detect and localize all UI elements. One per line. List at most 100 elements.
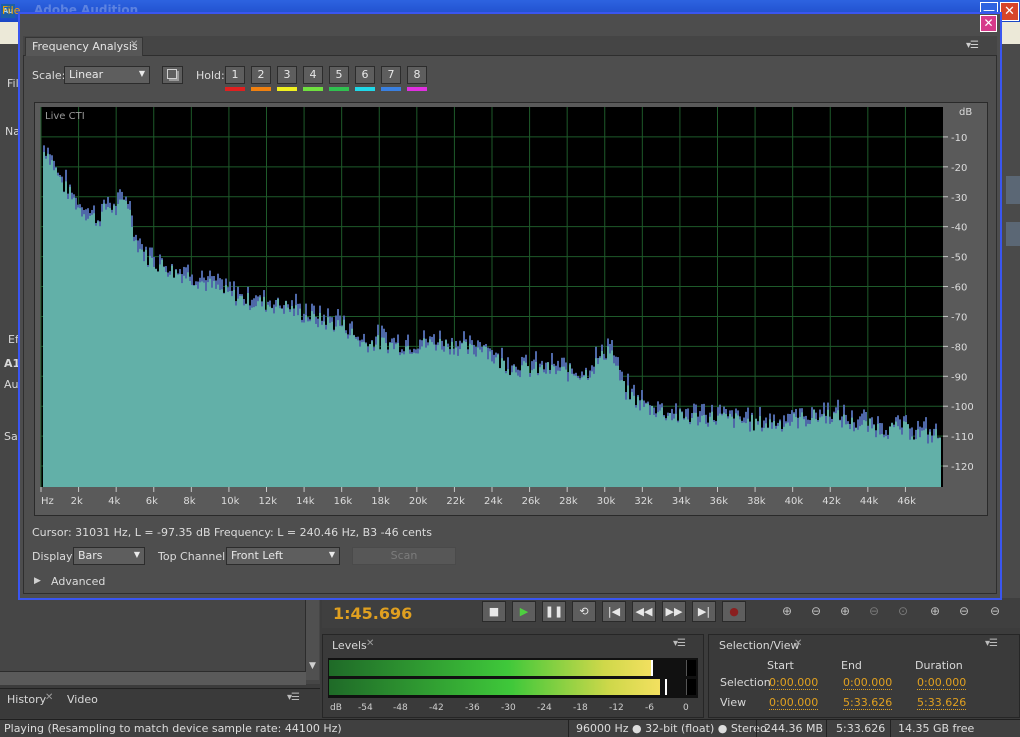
spectrum-graph[interactable]: Live CTI Hz 2k 4k 6k 8k 10k 12k 14k 16k 18k 20k 22k 2… xyxy=(34,102,988,516)
peak-hold-marker xyxy=(665,679,667,695)
close-app-button[interactable]: ✕ xyxy=(1000,2,1019,21)
right-channel-level xyxy=(329,679,660,695)
spectrum-bar xyxy=(791,421,793,487)
spectrum-bar xyxy=(245,303,247,487)
top-channel-dropdown[interactable]: Front Left ▼ xyxy=(226,547,340,565)
clip-indicator[interactable] xyxy=(686,660,696,676)
spectrum-bar xyxy=(917,429,919,487)
spectrum-bar xyxy=(347,338,349,487)
hold-button-2[interactable]: 2 xyxy=(251,66,271,84)
hold-button-7[interactable]: 7 xyxy=(381,66,401,84)
zoom-in-right-button[interactable]: ⊖ xyxy=(953,604,975,620)
spectrum-bar xyxy=(247,293,249,487)
loop-button[interactable]: ⟲ xyxy=(572,601,596,622)
x-tick-label: 28k xyxy=(559,496,578,507)
hold-button-5[interactable]: 5 xyxy=(329,66,349,84)
fast-forward-button[interactable]: ▶▶ xyxy=(662,601,686,622)
zoom-out-time-button[interactable]: ⊖ xyxy=(863,604,885,620)
close-window-button[interactable]: ✕ xyxy=(980,15,997,32)
go-to-end-icon: ▶| xyxy=(697,605,711,618)
clip-indicator[interactable] xyxy=(686,679,696,695)
hold-button-8[interactable]: 8 xyxy=(407,66,427,84)
close-icon[interactable]: ✕ xyxy=(366,638,374,649)
status-divider xyxy=(568,720,569,737)
spectrum-bar xyxy=(579,379,581,487)
panel-menu-icon[interactable]: ▾☰ xyxy=(673,638,686,649)
spectrum-bar xyxy=(387,353,389,487)
right-panel-handle[interactable] xyxy=(1006,176,1020,204)
spectrum-bar xyxy=(813,409,815,487)
status-free-space: 14.35 GB free xyxy=(898,722,975,735)
spectrum-bar xyxy=(531,370,533,487)
hold-button-4[interactable]: 4 xyxy=(303,66,323,84)
zoom-out-amplitude-button[interactable]: ⊖ xyxy=(805,604,827,620)
spectrum-bar xyxy=(319,312,321,487)
play-button[interactable]: ▶ xyxy=(512,601,536,622)
go-to-end-button[interactable]: ▶| xyxy=(692,601,716,622)
zoom-out-full-button[interactable]: ⊖ xyxy=(984,604,1006,620)
files-panel-tab[interactable]: Fil xyxy=(7,77,19,90)
selection-start-field[interactable]: 0:00.000 xyxy=(769,676,819,690)
tab-levels[interactable]: Levels xyxy=(332,639,367,652)
spectrum-bar xyxy=(153,266,155,487)
display-dropdown[interactable]: Bars ▼ xyxy=(73,547,145,565)
selection-end-field[interactable]: 0:00.000 xyxy=(843,676,893,690)
advanced-toggle[interactable]: Advanced xyxy=(51,575,105,588)
close-icon[interactable]: ✕ xyxy=(45,692,53,703)
spectrum-bar xyxy=(277,298,279,487)
view-duration-field[interactable]: 5:33.626 xyxy=(917,696,967,710)
spectrum-bar xyxy=(159,264,161,487)
hold-button-6[interactable]: 6 xyxy=(355,66,375,84)
right-panel-handle[interactable] xyxy=(1006,222,1020,246)
spectrum-bar xyxy=(459,349,461,487)
spectrum-bar xyxy=(899,429,901,487)
close-icon[interactable]: ✕ xyxy=(130,39,138,50)
scan-button[interactable]: Scan xyxy=(352,547,456,565)
panel-menu-icon[interactable]: ▾☰ xyxy=(287,692,300,703)
spectrum-bar xyxy=(457,355,459,487)
y-tick-label: -120 xyxy=(951,462,974,473)
spectrum-bar xyxy=(507,369,509,487)
view-start-field[interactable]: 0:00.000 xyxy=(769,696,819,710)
spectrum-bar xyxy=(515,372,517,487)
spectrum-bar xyxy=(559,370,561,487)
selection-duration-field[interactable]: 0:00.000 xyxy=(917,676,967,690)
spectrum-bar xyxy=(789,425,791,487)
scale-dropdown[interactable]: Linear ▼ xyxy=(64,66,150,84)
y-tick-label: -20 xyxy=(951,163,967,174)
zoom-in-amplitude-button[interactable]: ⊕ xyxy=(776,604,798,620)
spectrum-bar xyxy=(429,339,431,487)
rewind-button[interactable]: ◀◀ xyxy=(632,601,656,622)
level-scale-label: -36 xyxy=(465,703,480,713)
go-to-start-button[interactable]: |◀ xyxy=(602,601,626,622)
spectrum-bar xyxy=(667,415,669,487)
view-end-field[interactable]: 5:33.626 xyxy=(843,696,893,710)
spectrum-bar xyxy=(777,425,779,487)
spectrum-bar xyxy=(801,412,803,487)
hold-button-3[interactable]: 3 xyxy=(277,66,297,84)
zoom-selection-button[interactable]: ⊙ xyxy=(892,604,914,620)
left-panel-horizontal-scrollbar[interactable] xyxy=(0,671,306,685)
panel-menu-icon[interactable]: ▾☰ xyxy=(966,40,979,51)
spectrum-bar xyxy=(111,212,113,487)
panel-menu-icon[interactable]: ▾☰ xyxy=(985,638,998,649)
tab-history[interactable]: History xyxy=(7,693,46,706)
hold-button-1[interactable]: 1 xyxy=(225,66,245,84)
zoom-in-time-button[interactable]: ⊕ xyxy=(834,604,856,620)
tab-selection-view[interactable]: Selection/View xyxy=(719,639,800,652)
close-icon[interactable]: ✕ xyxy=(794,638,802,649)
spectrum-bar xyxy=(643,406,645,487)
stop-button[interactable]: ■ xyxy=(482,601,506,622)
spectrum-bar xyxy=(655,417,657,487)
record-button[interactable]: ● xyxy=(722,601,746,622)
zoom-in-left-button[interactable]: ⊕ xyxy=(924,604,946,620)
expand-arrow-icon[interactable]: ▶ xyxy=(34,576,41,586)
spectrum-bar xyxy=(471,345,473,487)
spectrum-bar xyxy=(499,368,501,487)
spectrum-bar xyxy=(181,283,183,487)
scroll-down-arrow-icon[interactable]: ▼ xyxy=(309,661,316,671)
tab-video[interactable]: Video xyxy=(67,693,98,706)
spectrum-bar xyxy=(155,269,157,487)
pause-button[interactable]: ❚❚ xyxy=(542,601,566,622)
spectrum-bar xyxy=(807,423,809,487)
